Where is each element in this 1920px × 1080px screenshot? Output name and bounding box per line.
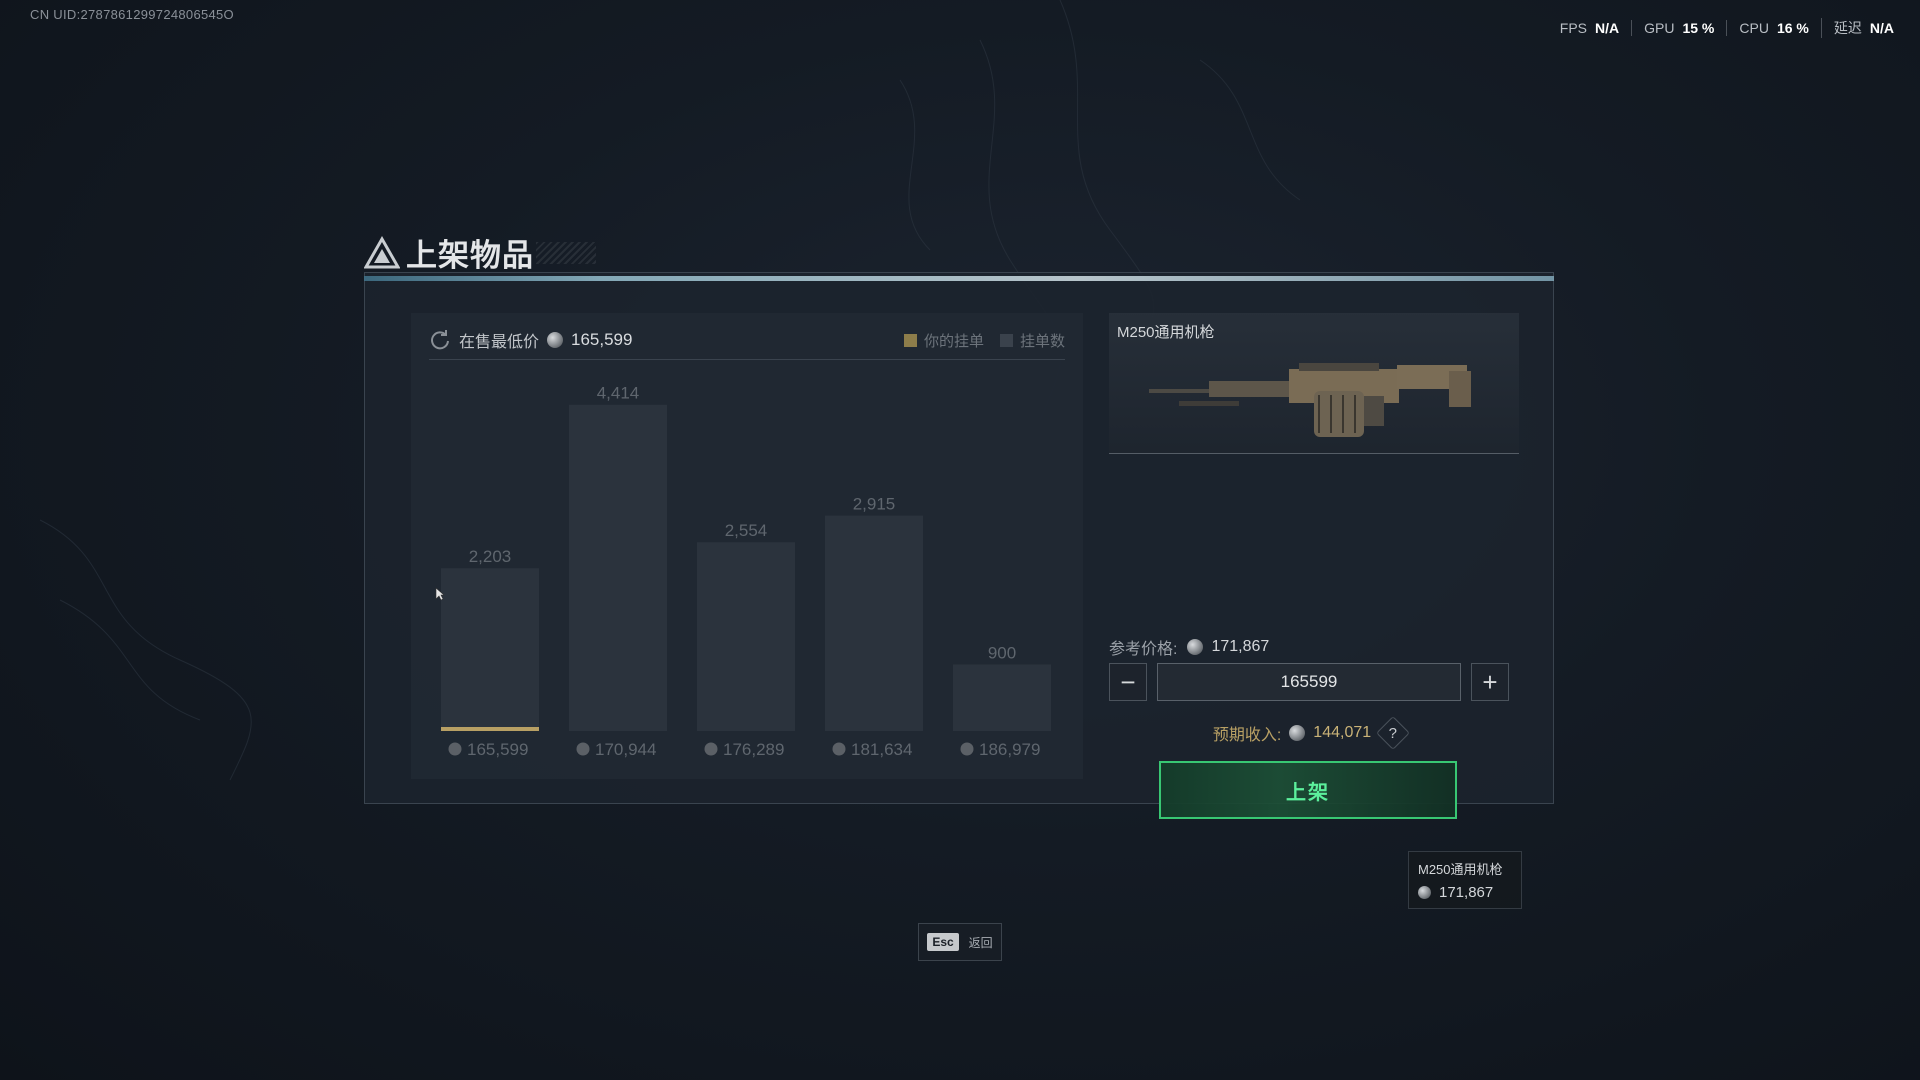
latency-stat: 延迟 N/A [1820,18,1906,38]
performance-stats: FPS N/A GPU 15 % CPU 16 % 延迟 N/A [1548,18,1906,38]
expected-income-row: 预期收入: 144,071 ? [1109,716,1509,750]
coin-icon [1187,639,1204,655]
coin-icon [1418,886,1431,899]
coin-icon [704,742,718,756]
bar-category-label: 176,289 [723,740,784,759]
esc-key-icon: Esc [927,933,959,951]
price-input-row: − + [1109,663,1509,703]
coin-icon [547,332,564,348]
legend-your-listing: 你的挂单 [903,330,984,351]
reference-price-value: 171,867 [1211,638,1270,655]
mouse-cursor-icon [435,587,445,601]
bar-value-label: 2,554 [725,521,768,540]
legend-swatch-listing-count [999,333,1013,347]
gpu-stat: GPU 15 % [1631,20,1726,36]
bar-value-label: 4,414 [597,384,640,403]
lowest-price-label: 在售最低价 [459,334,540,351]
coin-icon [1289,725,1306,741]
help-icon[interactable]: ? [1376,716,1411,750]
your-listing-marker [441,727,539,731]
cpu-stat: CPU 16 % [1726,20,1820,36]
bar-value-label: 2,203 [469,547,512,566]
back-label: 返回 [968,935,993,950]
item-tooltip: M250通用机枪 171,867 [1408,851,1522,909]
price-distribution-panel: 在售最低价 165,599 你的挂单 挂单数 2,203 165,599 4,414… [411,313,1083,779]
list-item-dialog: 在售最低价 165,599 你的挂单 挂单数 2,203 165,599 4,414… [364,272,1554,819]
expected-income-value: 144,071 [1313,724,1372,741]
back-button[interactable]: Esc 返回 [918,923,1002,961]
bar-value-label: 2,915 [853,495,896,514]
decrease-price-button[interactable]: − [1109,663,1147,701]
chart-header: 在售最低价 165,599 你的挂单 挂单数 [429,321,1065,360]
triangle-logo-icon [364,235,400,268]
bar-3[interactable] [825,515,923,731]
coin-icon [576,742,590,756]
dialog-accent-line [364,276,1554,281]
reference-price-label: 参考价格: [1109,641,1178,658]
coin-icon [832,742,846,756]
dialog-title-bar: 上架物品 [364,230,596,275]
chart-legend: 你的挂单 挂单数 [888,330,1065,351]
coin-icon [448,742,462,756]
dialog-title: 上架物品 [406,238,534,273]
legend-swatch-your-listing [903,333,917,347]
bar-value-label: 900 [988,643,1016,662]
bar-0[interactable] [441,568,539,731]
bar-category-label: 181,634 [851,740,912,759]
tooltip-item-name: M250通用机枪 [1418,862,1503,877]
coin-icon [960,742,974,756]
item-name: M250通用机枪 [1117,324,1215,341]
tooltip-price: 171,867 [1418,884,1512,901]
fps-stat: FPS N/A [1559,20,1620,36]
lowest-price-value: 165,599 [571,330,633,349]
bar-4[interactable] [953,664,1051,731]
bar-category-label: 170,944 [595,740,656,759]
reference-price-row: 参考价格: 171,867 [1109,635,1269,659]
bar-category-label: 186,979 [979,740,1040,759]
bar-category-label: 165,599 [467,740,528,759]
refresh-icon[interactable] [429,329,451,351]
machine-gun-image [1149,363,1471,437]
bar-2[interactable] [697,542,795,731]
user-uid: CN UID:2787861299724806545O [30,7,234,22]
price-bar-chart: 2,203 165,599 4,414 170,944 2,554 176,289 2,91… [441,384,1051,759]
bar-1[interactable] [569,404,667,731]
title-hatch-decoration [536,242,596,264]
expected-income-label: 预期收入: [1212,727,1282,744]
legend-listing-count: 挂单数 [999,330,1065,351]
list-item-button[interactable]: 上架 [1159,761,1457,819]
item-card: M250通用机枪 [1109,313,1519,454]
price-input[interactable] [1157,663,1461,701]
increase-price-button[interactable]: + [1471,663,1509,701]
